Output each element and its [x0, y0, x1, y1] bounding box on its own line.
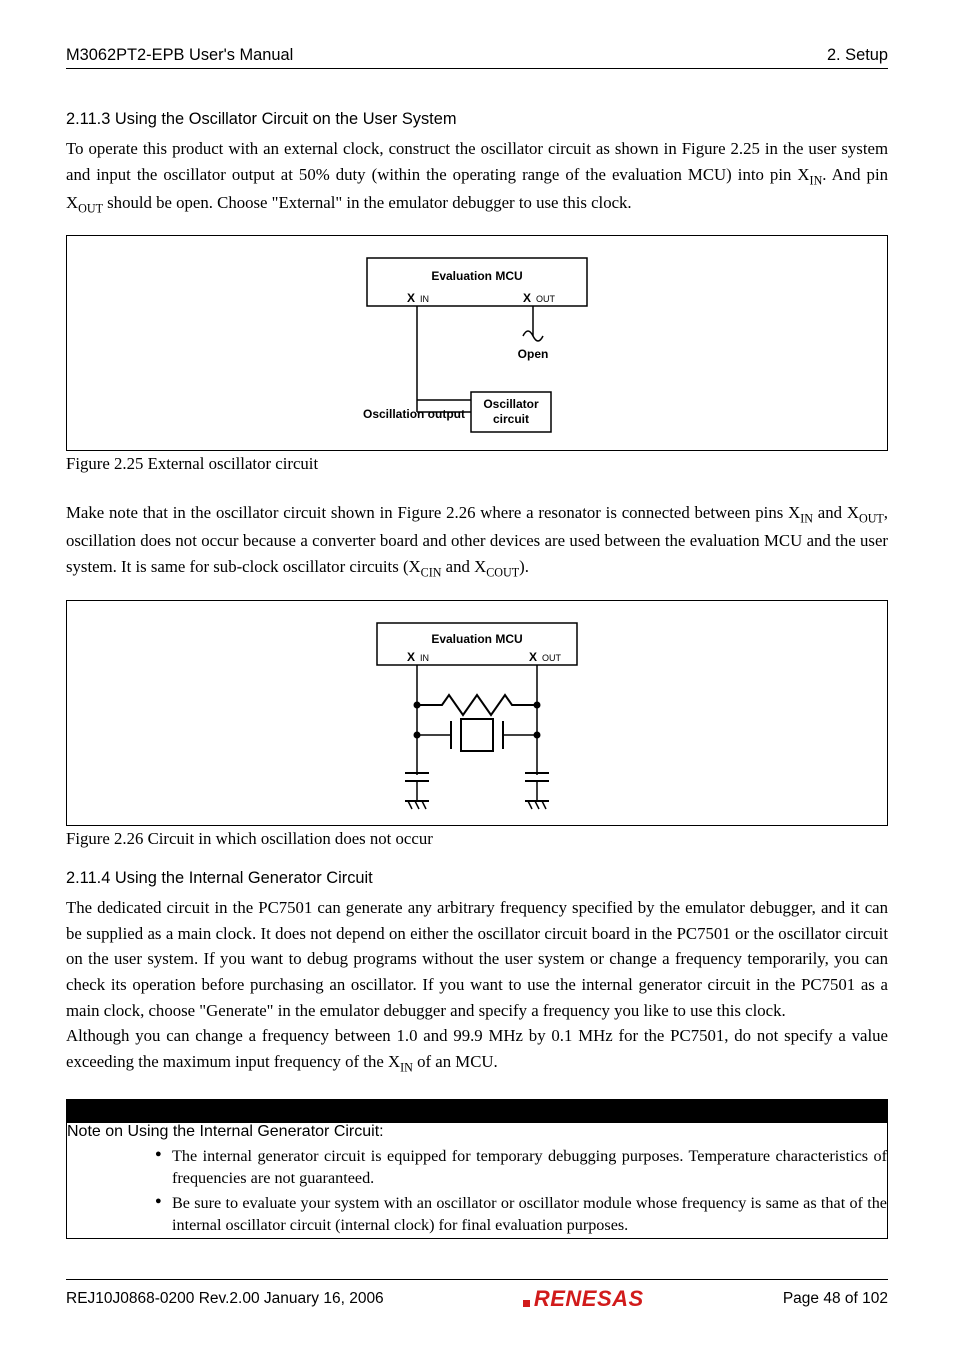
important-list: The internal generator circuit is equipp…	[155, 1145, 887, 1236]
xin-label-2: X	[407, 650, 415, 664]
figure-2-26-caption: Figure 2.26 Circuit in which oscillation…	[66, 829, 888, 849]
text: of an MCU.	[413, 1052, 498, 1071]
text: Make note that in the oscillator circuit…	[66, 503, 800, 522]
open-label: Open	[518, 347, 549, 361]
para-2-11-4-a: The dedicated circuit in the PC7501 can …	[66, 895, 888, 1023]
text: ).	[519, 557, 529, 576]
osc-circuit-l2: circuit	[493, 412, 529, 426]
sub-in: IN	[400, 1060, 413, 1074]
figure-2-26-frame: Evaluation MCU X IN X OUT	[66, 600, 888, 826]
para-resonator-note: Make note that in the oscillator circuit…	[66, 500, 888, 581]
xin-label: X	[407, 291, 415, 305]
logo-text: RENESAS	[534, 1286, 644, 1312]
page-header: M3062PT2-EPB User's Manual 2. Setup	[66, 46, 888, 69]
eval-mcu-label-2: Evaluation MCU	[431, 632, 522, 646]
sub-cin: CIN	[421, 565, 442, 579]
figure-2-25-caption: Figure 2.25 External oscillator circuit	[66, 454, 888, 474]
figure-2-25-frame: Evaluation MCU X IN X OUT Open Oscillato…	[66, 235, 888, 451]
logo-dot-icon	[523, 1300, 530, 1307]
xout-sub-2: OUT	[542, 653, 562, 663]
text: and X	[441, 557, 486, 576]
sub-out: OUT	[859, 512, 884, 526]
xout-sub: OUT	[536, 294, 556, 304]
figure-2-25-svg: Evaluation MCU X IN X OUT Open Oscillato…	[317, 250, 637, 440]
sub-in: IN	[810, 173, 823, 187]
important-item-2: Be sure to evaluate your system with an …	[155, 1192, 887, 1237]
footer-left: REJ10J0868-0200 Rev.2.00 January 16, 200…	[66, 1290, 384, 1308]
heading-2-11-4: 2.11.4 Using the Internal Generator Circ…	[66, 869, 888, 888]
renesas-logo: RENESAS	[523, 1286, 644, 1312]
page-content: 2.11.3 Using the Oscillator Circuit on t…	[66, 110, 888, 1239]
para-2-11-3: To operate this product with an external…	[66, 136, 888, 217]
important-black-bar	[67, 1099, 888, 1122]
figure-2-26-svg: Evaluation MCU X IN X OUT	[347, 615, 607, 815]
osc-output-label: Oscillation output	[363, 407, 465, 421]
sub-out: OUT	[78, 201, 103, 215]
xin-sub: IN	[420, 294, 429, 304]
xin-sub-2: IN	[420, 653, 429, 663]
footer-right: Page 48 of 102	[783, 1290, 888, 1308]
para-2-11-4-b: Although you can change a frequency betw…	[66, 1023, 888, 1077]
text: To operate this product with an external…	[66, 139, 888, 184]
important-box: Note on Using the Internal Generator Cir…	[66, 1099, 888, 1239]
text: should be open. Choose "External" in the…	[103, 193, 632, 212]
header-left: M3062PT2-EPB User's Manual	[66, 46, 293, 65]
osc-circuit-l1: Oscillator	[483, 397, 539, 411]
xout-label: X	[523, 291, 531, 305]
important-body: Note on Using the Internal Generator Cir…	[67, 1122, 888, 1238]
sub-cout: COUT	[486, 565, 519, 579]
text: and X	[813, 503, 859, 522]
page-footer: REJ10J0868-0200 Rev.2.00 January 16, 200…	[66, 1279, 888, 1312]
eval-mcu-label: Evaluation MCU	[431, 269, 522, 283]
important-item-1: The internal generator circuit is equipp…	[155, 1145, 887, 1190]
heading-2-11-3: 2.11.3 Using the Oscillator Circuit on t…	[66, 110, 888, 129]
sub-in: IN	[800, 512, 813, 526]
xout-label-2: X	[529, 650, 537, 664]
header-right: 2. Setup	[827, 46, 888, 65]
page: M3062PT2-EPB User's Manual 2. Setup 2.11…	[0, 0, 954, 1350]
important-title: Note on Using the Internal Generator Cir…	[67, 1123, 887, 1141]
